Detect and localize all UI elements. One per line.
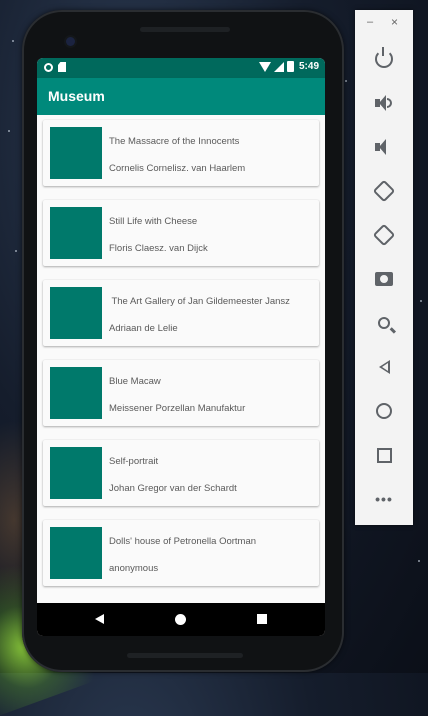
zoom-icon: [378, 317, 390, 329]
power-button[interactable]: [370, 45, 398, 73]
rotate-left-button[interactable]: [370, 177, 398, 205]
back-button[interactable]: [370, 353, 398, 381]
artwork-card[interactable]: The Massacre of the Innocents Cornelis C…: [43, 120, 319, 186]
more-button[interactable]: •••: [370, 485, 398, 513]
overview-icon: [376, 447, 392, 463]
close-button[interactable]: ×: [391, 15, 398, 29]
artwork-title: The Art Gallery of Jan Gildemeester Jans…: [109, 296, 290, 307]
rotate-right-icon: [372, 223, 396, 247]
wifi-icon: [258, 61, 271, 72]
top-speaker: [140, 27, 230, 32]
background-star: [8, 130, 10, 132]
artwork-card[interactable]: Blue Macaw Meissener Porzellan Manufaktu…: [43, 360, 319, 426]
screenshot-button[interactable]: [370, 265, 398, 293]
nav-home-icon[interactable]: [175, 614, 186, 625]
artwork-card[interactable]: Still Life with Cheese Floris Claesz. va…: [43, 200, 319, 266]
rotate-right-button[interactable]: [370, 221, 398, 249]
background-star: [15, 250, 17, 252]
artwork-thumbnail: [50, 367, 102, 419]
artwork-list[interactable]: The Massacre of the Innocents Cornelis C…: [37, 115, 325, 603]
background-star: [345, 80, 347, 82]
app-bar: Museum: [37, 78, 325, 115]
power-icon: [375, 47, 393, 68]
toolbar-header: – ×: [355, 10, 413, 36]
nav-back-icon[interactable]: [95, 614, 104, 624]
artwork-thumbnail: [50, 447, 102, 499]
emulator-toolbar: – × •••: [355, 10, 413, 525]
rotate-left-icon: [372, 179, 396, 203]
artwork-thumbnail: [50, 127, 102, 179]
artwork-artist: Adriaan de Lelie: [109, 323, 178, 334]
artwork-title: Still Life with Cheese: [109, 216, 198, 227]
status-time: 5:49: [298, 61, 319, 72]
artwork-title: Blue Macaw: [109, 376, 161, 387]
camera-icon: [375, 272, 393, 286]
back-icon: [378, 360, 390, 374]
device-screen: 5:49 Museum The Massacre of the Innocent…: [37, 58, 325, 636]
cell-signal-icon: [273, 61, 284, 72]
zoom-button[interactable]: [370, 309, 398, 337]
nav-overview-icon[interactable]: [257, 614, 267, 624]
artwork-title: Dolls' house of Petronella Oortman: [109, 536, 257, 547]
artwork-title: The Massacre of the Innocents: [109, 136, 240, 147]
volume-up-button[interactable]: [370, 89, 398, 117]
artwork-artist: Johan Gregor van der Schardt: [109, 483, 237, 494]
navigation-bar: [37, 603, 325, 636]
artwork-card[interactable]: Self-portrait Johan Gregor van der Schar…: [43, 440, 319, 506]
volume-down-button[interactable]: [370, 133, 398, 161]
background-star: [420, 300, 422, 302]
status-bar: 5:49: [37, 58, 325, 78]
battery-icon: [286, 61, 294, 72]
artwork-artist: Floris Claesz. van Dijck: [109, 243, 208, 254]
app-title: Museum: [48, 88, 105, 104]
artwork-thumbnail: [50, 527, 102, 579]
notification-dot-icon: [44, 62, 53, 72]
volume-down-icon: [375, 139, 393, 155]
background-star: [12, 40, 14, 42]
overview-button[interactable]: [370, 441, 398, 469]
minimize-button[interactable]: –: [367, 16, 373, 28]
sd-card-icon: [58, 62, 66, 72]
artwork-card[interactable]: Dolls' house of Petronella Oortman anony…: [43, 520, 319, 586]
artwork-artist: Cornelis Cornelisz. van Haarlem: [109, 163, 246, 174]
artwork-artist: anonymous: [109, 563, 159, 574]
volume-up-icon: [375, 95, 393, 111]
artwork-title: Self-portrait: [109, 456, 159, 467]
artwork-artist: Meissener Porzellan Manufaktur: [109, 403, 246, 414]
bottom-speaker: [127, 653, 243, 658]
home-button[interactable]: [370, 397, 398, 425]
more-icon: •••: [375, 491, 393, 507]
artwork-card[interactable]: The Art Gallery of Jan Gildemeester Jans…: [43, 280, 319, 346]
background-star: [418, 560, 420, 562]
front-camera-icon: [66, 37, 75, 46]
home-icon: [376, 403, 392, 419]
artwork-thumbnail: [50, 207, 102, 259]
artwork-thumbnail: [50, 287, 102, 339]
